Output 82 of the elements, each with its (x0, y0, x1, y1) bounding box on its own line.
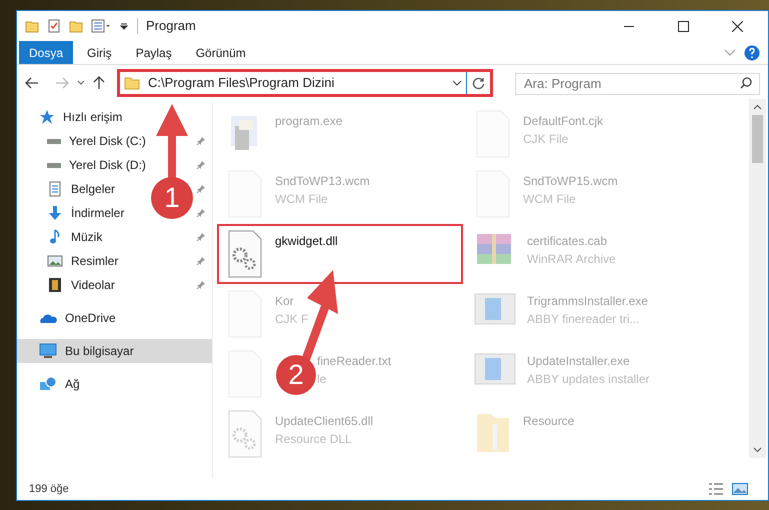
drive-icon (47, 162, 61, 168)
details-view-icon[interactable] (708, 482, 724, 496)
file-type: ABBY updates installer (527, 371, 650, 388)
window-title: Program (146, 17, 196, 36)
file-name: Resource (523, 413, 574, 430)
ribbon-tab[interactable]: Görünüm (184, 41, 258, 64)
pin-icon[interactable] (196, 136, 206, 146)
file-name: certificates.cab (527, 233, 608, 250)
file-name: TrigrammsInstaller.exe (527, 293, 648, 310)
file-name: fineReader.txt (317, 353, 392, 370)
file-name: SndToWP15.wcm (523, 173, 618, 190)
file-type: WCM File (275, 191, 329, 208)
file-name: Kor (275, 293, 295, 310)
dropdown-icon[interactable] (119, 21, 129, 31)
item-count: 199 öğe (29, 482, 69, 497)
scroll-up-icon[interactable] (753, 104, 762, 110)
close-icon[interactable] (732, 20, 742, 32)
film-icon (47, 277, 63, 293)
file-type: le (317, 371, 328, 388)
nav-item[interactable]: Resimler (71, 252, 118, 270)
file-type: Resource DLL (275, 431, 353, 448)
nav-item[interactable]: İndirmeler (71, 204, 124, 222)
drive-icon (47, 138, 61, 144)
network-icon (39, 376, 57, 392)
file-tile[interactable]: gkwidget.dll (217, 224, 463, 284)
monitor-icon (39, 343, 57, 359)
recent-dropdown-icon[interactable] (77, 80, 85, 86)
scroll-thumb[interactable] (752, 115, 763, 163)
nav-item[interactable]: Bu bilgisayar (17, 339, 212, 363)
nav-item[interactable]: Ağ (65, 375, 80, 393)
nav-item[interactable]: Belgeler (71, 180, 116, 198)
large-icons-view-icon[interactable] (732, 482, 748, 496)
nav-item[interactable]: Müzik (71, 228, 102, 246)
file-type: WCM File (523, 191, 577, 208)
pin-icon[interactable] (196, 280, 206, 290)
ribbon-tab[interactable]: Paylaş (124, 41, 184, 64)
download-icon (47, 205, 63, 221)
maximize-icon[interactable] (678, 20, 688, 32)
nav-item[interactable]: Yerel Disk (C:) (69, 132, 146, 150)
expand-ribbon-icon[interactable] (724, 48, 736, 56)
file-type: CJK File (523, 131, 570, 148)
file-name: SndToWP13.wcm (275, 173, 370, 190)
address-path: C:\Program Files\Program Dizini (148, 74, 336, 92)
folder-icon[interactable] (25, 19, 39, 33)
search-field[interactable]: Ara: Program (515, 72, 760, 94)
nav-item[interactable]: Videolar (71, 276, 115, 294)
file-name: gkwidget.dll (275, 233, 338, 250)
nav-item[interactable]: OneDrive (65, 309, 116, 327)
document-icon (47, 181, 63, 197)
scroll-down-icon[interactable] (753, 447, 762, 453)
refresh-icon[interactable] (472, 76, 485, 90)
file-name: program.exe (275, 113, 342, 130)
file-name: UpdateClient65.dll (275, 413, 374, 430)
pin-icon[interactable] (196, 208, 206, 218)
up-icon[interactable] (93, 76, 105, 90)
properties-icon[interactable] (91, 19, 111, 33)
pin-icon[interactable] (196, 160, 206, 170)
picture-icon (47, 253, 63, 269)
address-bar[interactable]: C:\Program Files\Program Dizini (117, 69, 493, 97)
folder-icon[interactable] (69, 19, 83, 33)
file-type: CJK F (275, 311, 308, 328)
nav-item[interactable]: Yerel Disk (D:) (69, 156, 146, 174)
nav-item[interactable]: Hızlı erişim (63, 108, 122, 126)
ribbon-tab[interactable]: Dosya (19, 41, 74, 64)
ribbon-tab[interactable]: Giriş (75, 41, 124, 64)
scrollbar[interactable] (749, 99, 766, 458)
pin-icon[interactable] (196, 256, 206, 266)
file-type: WinRAR Archive (527, 251, 616, 268)
checklist-icon[interactable] (47, 19, 61, 33)
file-name: UpdateInstaller.exe (527, 353, 631, 370)
search-icon[interactable] (740, 77, 752, 89)
help-icon[interactable] (744, 44, 760, 60)
file-type: ABBY finereader tri... (527, 311, 640, 328)
pin-icon[interactable] (196, 232, 206, 242)
dropdown-icon[interactable] (452, 80, 462, 86)
callout-number: 1 (163, 181, 181, 215)
folder-icon (124, 76, 140, 90)
callout-number: 2 (287, 358, 305, 392)
file-name: DefaultFont.cjk (523, 113, 604, 130)
star-icon (39, 109, 55, 125)
pin-icon[interactable] (196, 184, 206, 194)
back-icon[interactable] (25, 77, 39, 89)
